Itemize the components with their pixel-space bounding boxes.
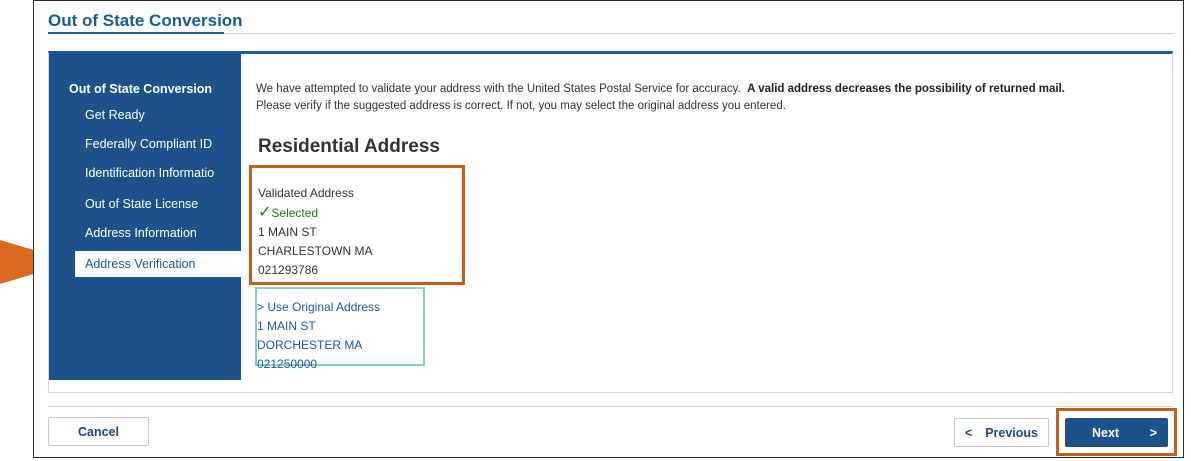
sidebar-item-identification-information[interactable]: Identification Informatio — [85, 160, 241, 186]
chevron-left-icon: < — [965, 425, 973, 440]
sidebar-item-federally-compliant-id[interactable]: Federally Compliant ID — [85, 131, 241, 157]
previous-label: Previous — [985, 425, 1038, 440]
intro-text: We have attempted to validate your addre… — [256, 81, 1156, 115]
validated-address-line2: CHARLESTOWN MA — [258, 244, 373, 258]
sidebar-header: Out of State Conversion — [69, 82, 213, 96]
validated-address-option[interactable]: Validated Address ✓Selected 1 MAIN ST CH… — [249, 165, 465, 285]
use-original-address-link[interactable]: > Use Original Address — [257, 298, 423, 317]
title-underline — [48, 32, 224, 34]
sidebar: Out of State Conversion Get Ready Federa… — [49, 54, 241, 380]
original-address-option[interactable]: > Use Original Address 1 MAIN ST DORCHES… — [255, 287, 425, 371]
section-title: Residential Address — [258, 136, 440, 157]
cancel-button[interactable]: Cancel — [48, 417, 149, 446]
footer-divider — [48, 406, 1173, 407]
original-address-line2: DORCHESTER MA 021250000 — [257, 338, 362, 371]
intro-bold: A valid address decreases the possibilit… — [747, 83, 1065, 95]
intro-sentence-2: Please verify if the suggested address i… — [256, 100, 786, 112]
sidebar-item-address-information[interactable]: Address Information — [85, 220, 241, 246]
checkmark-icon: ✓ — [258, 204, 272, 221]
sidebar-item-address-verification[interactable]: Address Verification — [75, 251, 241, 277]
title-divider — [224, 33, 1174, 34]
page-title: Out of State Conversion — [48, 11, 243, 30]
selected-label: Selected — [271, 206, 319, 220]
validated-address-line3: 021293786 — [258, 263, 319, 277]
validated-address-line1: 1 MAIN ST — [258, 225, 317, 239]
sidebar-item-out-of-state-license[interactable]: Out of State License — [85, 191, 241, 217]
next-button[interactable]: Next > — [1065, 418, 1168, 447]
intro-sentence: We have attempted to validate your addre… — [256, 83, 741, 95]
chevron-right-icon: > — [1149, 425, 1157, 440]
selected-indicator: ✓Selected — [258, 203, 462, 223]
original-address-line1: 1 MAIN ST — [257, 319, 316, 333]
next-label: Next — [1092, 425, 1120, 440]
previous-button[interactable]: < Previous — [954, 418, 1049, 447]
main-card: Out of State Conversion Get Ready Federa… — [48, 51, 1173, 393]
content-area: We have attempted to validate your addre… — [241, 54, 1172, 392]
sidebar-item-get-ready[interactable]: Get Ready — [85, 102, 241, 128]
app-window: Out of State Conversion Out of State Con… — [33, 0, 1184, 458]
validated-address-heading: Validated Address — [258, 186, 354, 200]
